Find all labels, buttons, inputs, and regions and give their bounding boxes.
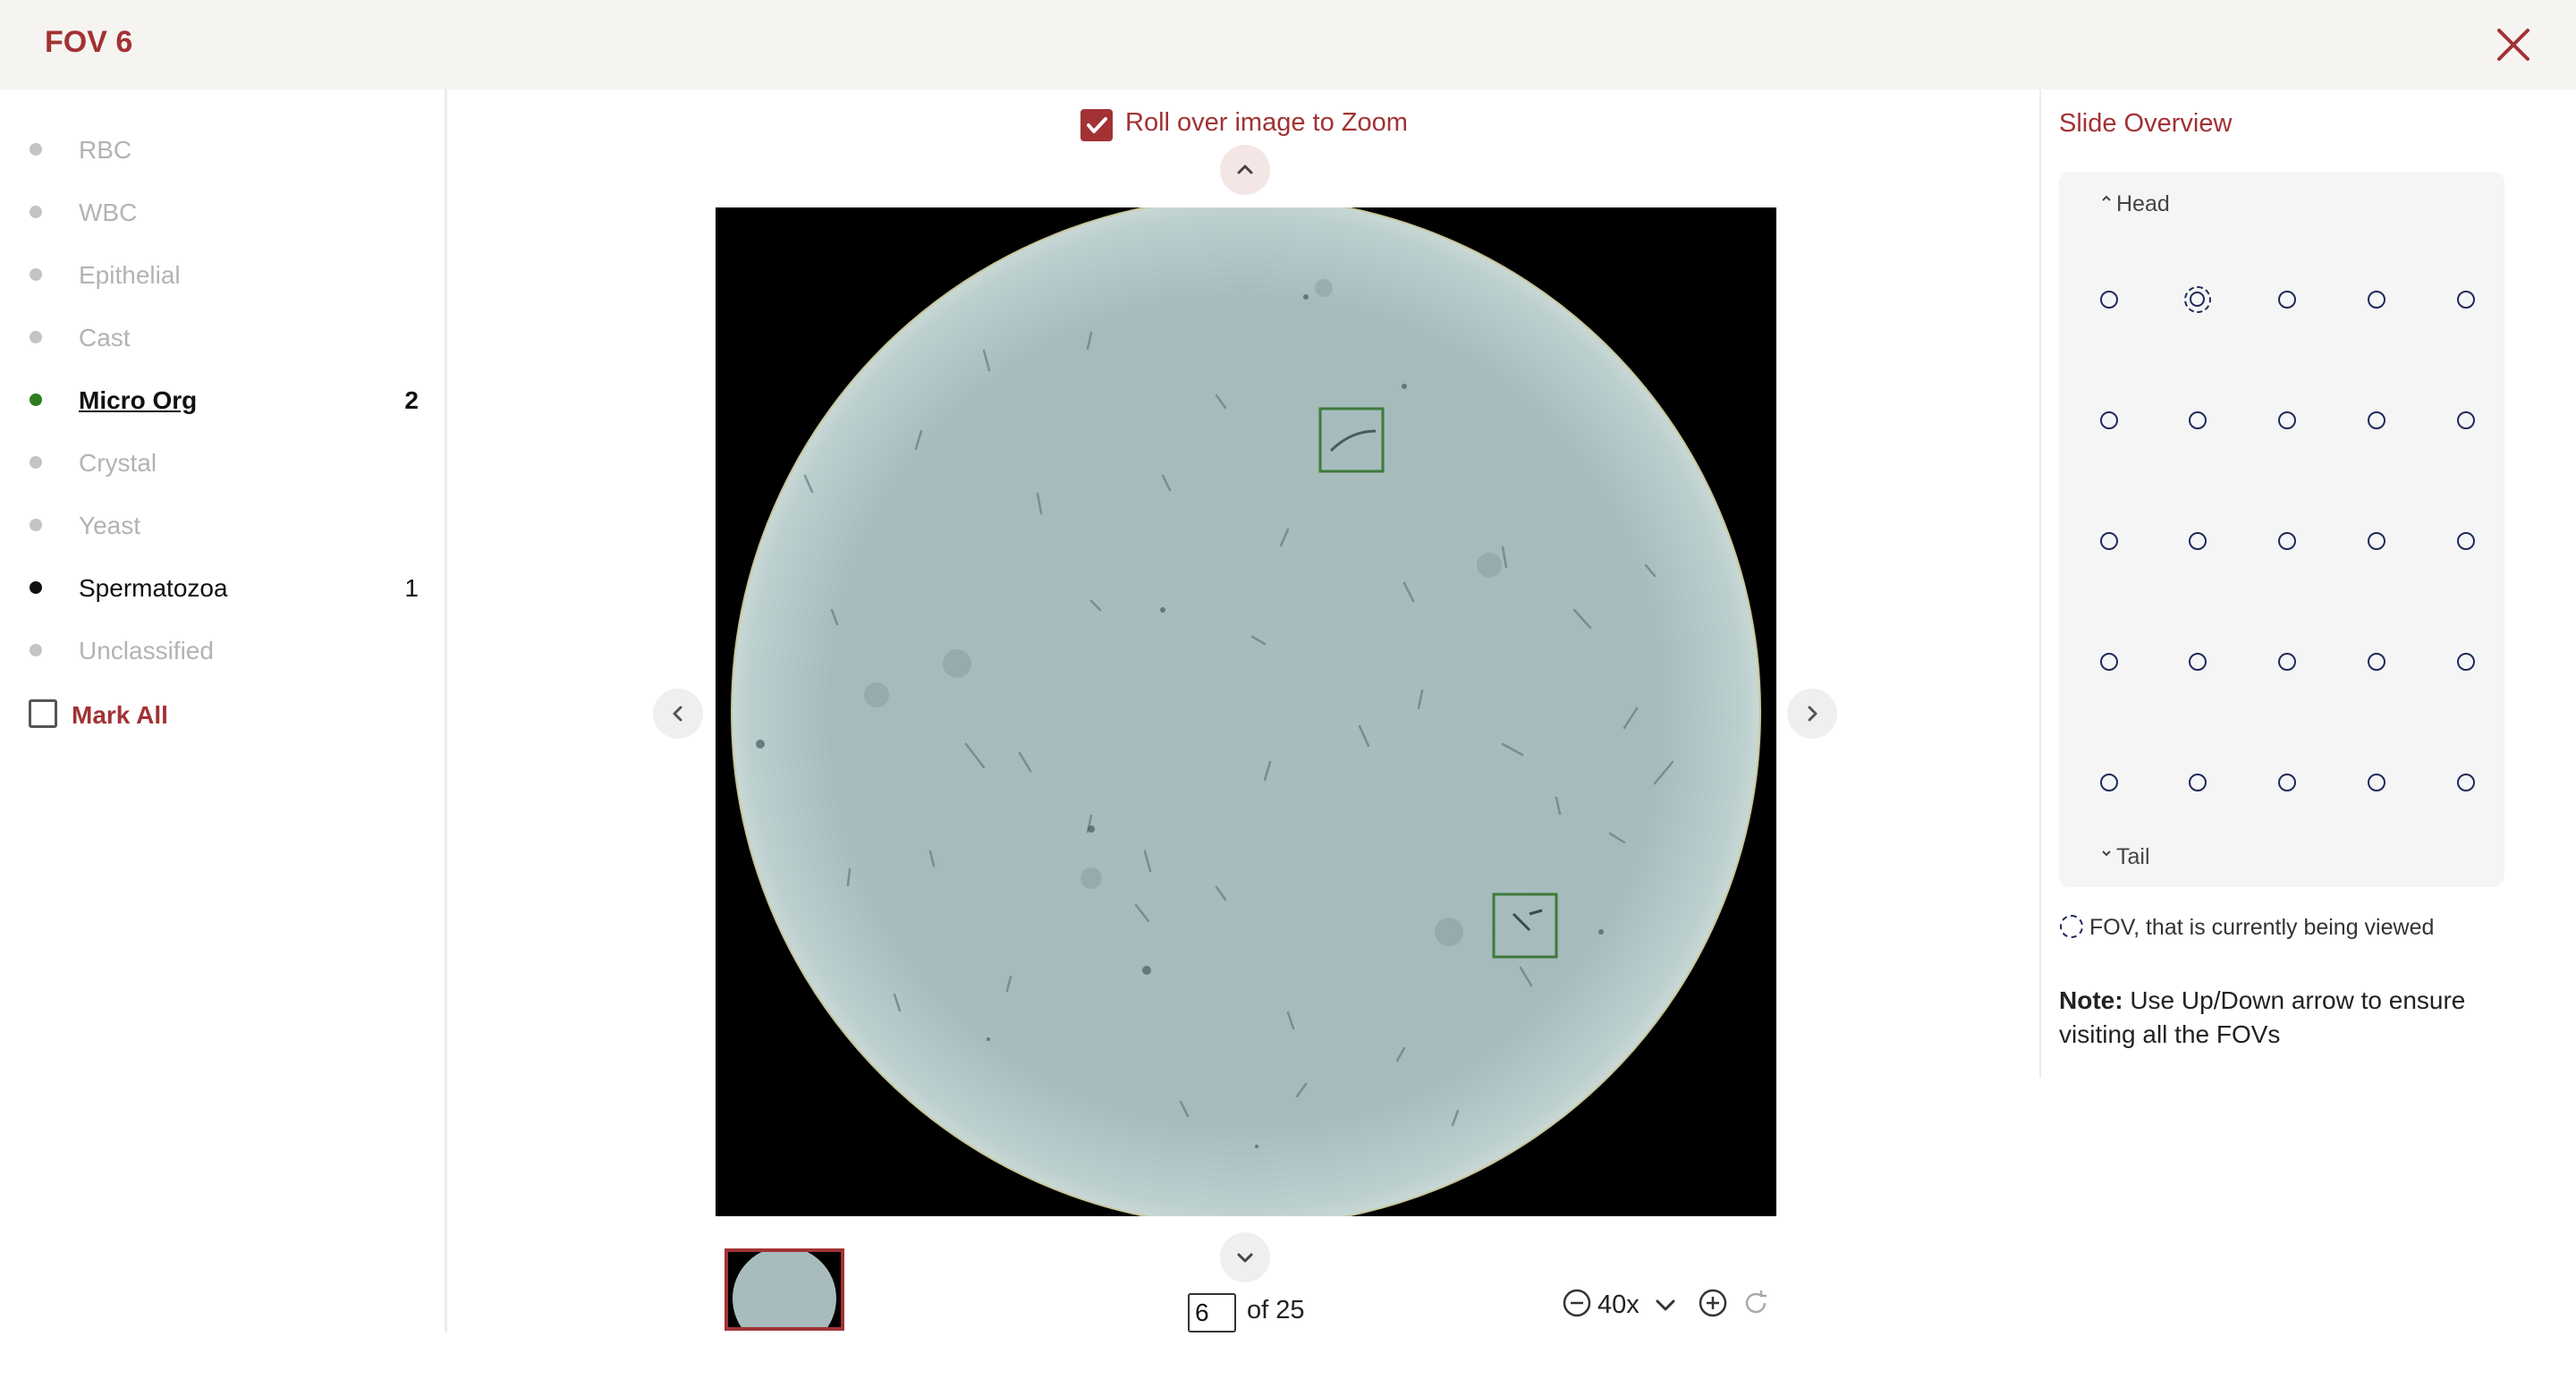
head-label: Head xyxy=(2116,191,2170,216)
tail-arrow-icon xyxy=(2102,850,2111,857)
note-prefix: Note: xyxy=(2059,986,2123,1014)
zoom-in-icon[interactable] xyxy=(1698,1288,1728,1318)
roll-over-zoom-checkbox[interactable] xyxy=(1080,109,1113,141)
category-item-crystal[interactable]: Crystal xyxy=(0,435,447,488)
chevron-up-icon xyxy=(1237,165,1253,174)
category-sidebar: RBC WBC Epithelial Cast Micro Org 2 Crys… xyxy=(0,89,447,1332)
fov-dot-11[interactable] xyxy=(2100,532,2118,550)
status-dot xyxy=(30,206,42,218)
chevron-left-icon xyxy=(673,706,682,722)
category-item-unclassified[interactable]: Unclassified xyxy=(0,622,447,676)
fov-title: FOV 6 xyxy=(45,25,133,59)
fov-dot-1[interactable] xyxy=(2100,291,2118,309)
fov-dot-current[interactable] xyxy=(2184,286,2211,313)
fov-dot-14[interactable] xyxy=(2368,532,2385,550)
previous-fov-up-button[interactable] xyxy=(1220,145,1270,195)
chevron-right-icon xyxy=(1808,706,1818,722)
check-icon xyxy=(1087,117,1107,133)
fov-dot-21[interactable] xyxy=(2100,774,2118,791)
status-dot xyxy=(30,268,42,281)
fov-dot-13[interactable] xyxy=(2278,532,2296,550)
fov-dot-15[interactable] xyxy=(2457,532,2475,550)
fov-dot-4[interactable] xyxy=(2368,291,2385,309)
thumbnail-render xyxy=(733,1252,836,1327)
close-icon[interactable] xyxy=(2490,21,2537,68)
navigation-note: Note: Use Up/Down arrow to ensure visiti… xyxy=(2059,984,2524,1052)
status-dot xyxy=(30,644,42,656)
chevron-down-icon xyxy=(1237,1253,1253,1263)
category-item-wbc[interactable]: WBC xyxy=(0,184,447,238)
category-item-epithelial[interactable]: Epithelial xyxy=(0,247,447,300)
reset-icon[interactable] xyxy=(1741,1288,1771,1318)
fov-thumbnail[interactable] xyxy=(724,1248,844,1331)
fov-image-render xyxy=(731,207,1761,1216)
category-label: Epithelial xyxy=(79,261,181,289)
head-arrow-icon xyxy=(2102,195,2111,201)
modal-header: FOV 6 xyxy=(0,0,2576,89)
page-number-input[interactable] xyxy=(1188,1293,1236,1332)
chevron-down-icon[interactable] xyxy=(1653,1297,1678,1315)
status-dot xyxy=(30,331,42,343)
category-label: RBC xyxy=(79,136,132,164)
category-label: Micro Org xyxy=(79,386,198,414)
fov-dot-17[interactable] xyxy=(2189,653,2207,671)
page-total-label: of 25 xyxy=(1247,1296,1305,1324)
fov-dot-6[interactable] xyxy=(2100,411,2118,429)
fov-dot-5[interactable] xyxy=(2457,291,2475,309)
category-count: 1 xyxy=(404,574,419,602)
status-dot xyxy=(30,393,42,406)
category-label: WBC xyxy=(79,199,138,226)
category-item-spermatozoa[interactable]: Spermatozoa 1 xyxy=(0,560,447,613)
category-item-yeast[interactable]: Yeast xyxy=(0,497,447,551)
fov-dot-16[interactable] xyxy=(2100,653,2118,671)
fov-dot-18[interactable] xyxy=(2278,653,2296,671)
fov-dot-12[interactable] xyxy=(2189,532,2207,550)
zoom-level-select[interactable]: 40x xyxy=(1597,1290,1640,1320)
fov-dot-25[interactable] xyxy=(2457,774,2475,791)
fov-grid: Head Tail xyxy=(2059,172,2504,887)
fov-dot-8[interactable] xyxy=(2278,411,2296,429)
next-fov-down-button[interactable] xyxy=(1220,1232,1270,1282)
previous-image-button[interactable] xyxy=(653,689,703,739)
fov-dot-10[interactable] xyxy=(2457,411,2475,429)
fov-dot-24[interactable] xyxy=(2368,774,2385,791)
fov-dot-23[interactable] xyxy=(2278,774,2296,791)
fov-dot-9[interactable] xyxy=(2368,411,2385,429)
category-label: Spermatozoa xyxy=(79,574,228,602)
status-dot xyxy=(30,581,42,594)
zoom-out-icon[interactable] xyxy=(1562,1288,1592,1318)
category-label: Yeast xyxy=(79,512,141,539)
roll-over-zoom-label: Roll over image to Zoom xyxy=(1125,108,1408,137)
category-item-micro-org[interactable]: Micro Org 2 xyxy=(0,372,447,426)
category-item-cast[interactable]: Cast xyxy=(0,309,447,363)
tail-label: Tail xyxy=(2116,844,2150,869)
next-image-button[interactable] xyxy=(1787,689,1837,739)
microscope-image[interactable] xyxy=(716,207,1776,1216)
fov-dot-20[interactable] xyxy=(2457,653,2475,671)
current-fov-legend-icon xyxy=(2060,915,2083,938)
category-label: Crystal xyxy=(79,449,157,477)
current-fov-legend-text: FOV, that is currently being viewed xyxy=(2089,915,2435,940)
category-label: Unclassified xyxy=(79,637,214,664)
status-dot xyxy=(30,519,42,531)
fov-dot-3[interactable] xyxy=(2278,291,2296,309)
mark-all-label: Mark All xyxy=(72,701,168,729)
slide-overview-title: Slide Overview xyxy=(2059,109,2233,138)
status-dot xyxy=(30,143,42,156)
fov-dot-7[interactable] xyxy=(2189,411,2207,429)
checkbox-box[interactable] xyxy=(29,699,57,728)
status-dot xyxy=(30,456,42,469)
fov-dot-22[interactable] xyxy=(2189,774,2207,791)
category-count: 2 xyxy=(404,386,419,414)
category-label: Cast xyxy=(79,324,131,351)
mark-all-checkbox[interactable]: Mark All xyxy=(0,689,268,742)
fov-dot-19[interactable] xyxy=(2368,653,2385,671)
category-item-rbc[interactable]: RBC xyxy=(0,122,447,175)
